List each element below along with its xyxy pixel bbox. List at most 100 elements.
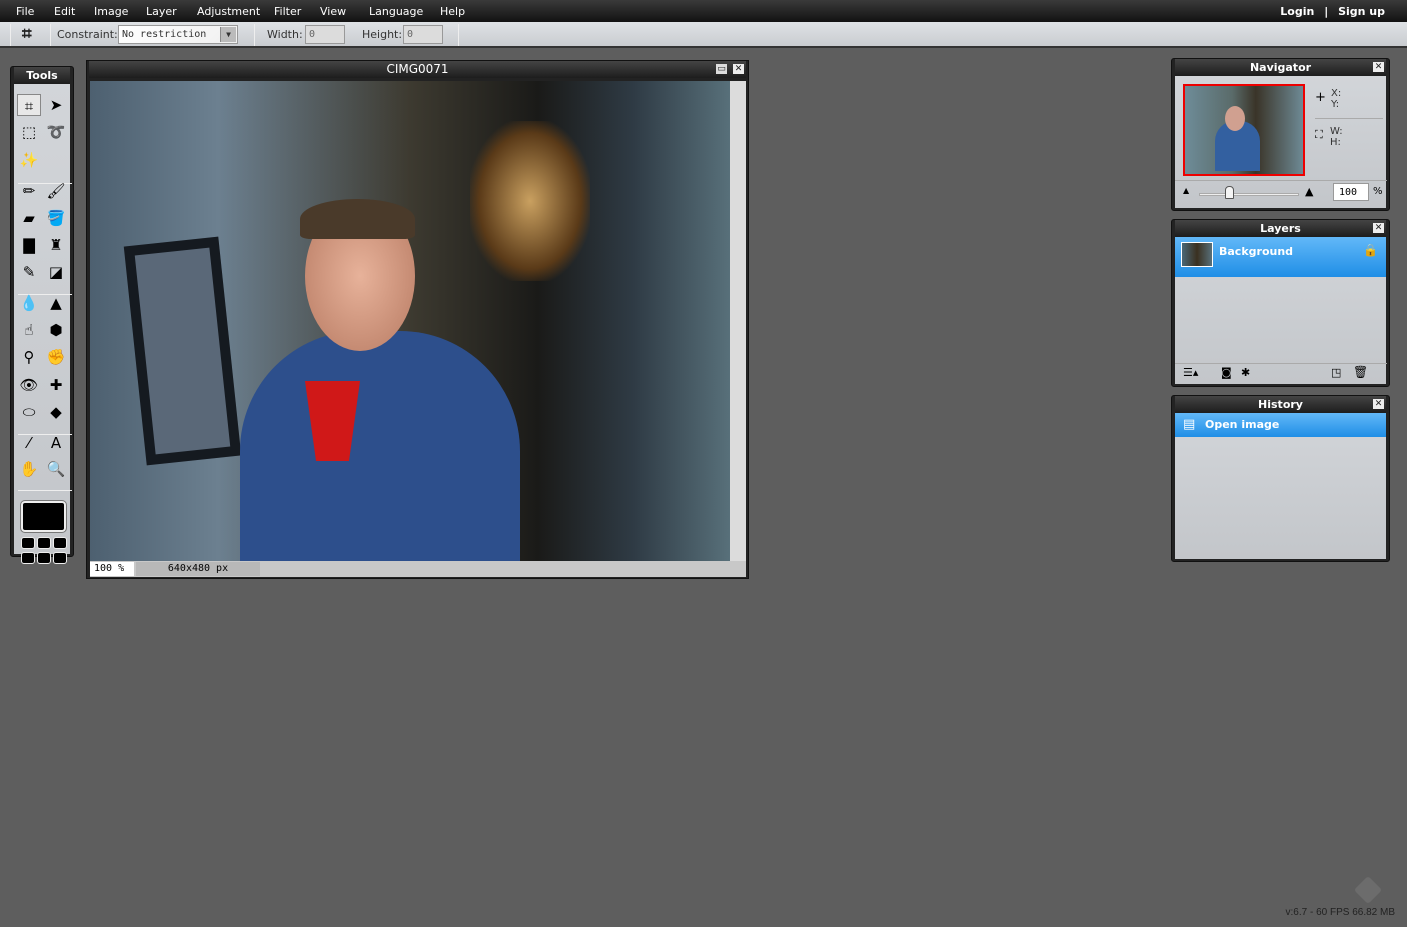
cursor-coordinates: X: Y: — [1331, 88, 1341, 110]
menu-layer[interactable]: Layer — [146, 5, 177, 18]
zoom-field[interactable]: 100 % — [90, 562, 134, 576]
crosshair-icon: + — [1315, 90, 1326, 105]
image-canvas[interactable] — [90, 81, 730, 561]
layers-titlebar[interactable]: Layers ✕ — [1175, 220, 1386, 237]
zoom-slider-handle[interactable] — [1225, 186, 1234, 199]
history-panel: History ✕ ▤ Open image — [1171, 395, 1390, 562]
layer-mask-icon[interactable]: ◙ — [1221, 366, 1232, 379]
pixlr-logo-icon — [1353, 875, 1383, 905]
menu-filter[interactable]: Filter — [274, 5, 301, 18]
layer-thumbnail — [1181, 242, 1213, 267]
maximize-icon[interactable]: ▭ — [716, 64, 727, 74]
menu-edit[interactable]: Edit — [54, 5, 75, 18]
spot-heal-icon[interactable]: ✚ — [44, 374, 68, 396]
new-layer-icon[interactable]: ◳ — [1331, 366, 1341, 379]
menu-file[interactable]: File — [16, 5, 34, 18]
bloat-icon[interactable]: ⬭ — [17, 401, 41, 423]
marquee-icon[interactable]: ⬚ — [17, 121, 41, 143]
x-label: X: — [1331, 88, 1342, 99]
pinch-icon[interactable]: ◆ — [44, 401, 68, 423]
color-swatch[interactable] — [37, 552, 51, 564]
width-label: Width: — [267, 28, 303, 41]
smudge-icon[interactable]: ☝ — [17, 319, 41, 341]
color-replace-icon[interactable]: ✎ — [17, 261, 41, 283]
crop-icon[interactable]: ⌗ — [17, 94, 41, 116]
brush-icon[interactable]: 🖌 — [44, 180, 68, 202]
drawing-shapes-icon[interactable]: ◪ — [44, 261, 68, 283]
primary-color-swatch[interactable] — [20, 500, 67, 533]
image-window-titlebar[interactable]: CIMG0071 ▭ ✕ — [89, 61, 746, 78]
close-icon[interactable]: ✕ — [1373, 399, 1384, 409]
menu-image[interactable]: Image — [94, 5, 128, 18]
history-item[interactable]: ▤ Open image — [1175, 413, 1386, 437]
height-label: Height: — [362, 28, 403, 41]
layers-panel: Layers ✕ Background 🔒 ☰▴ ◙ ✱ ◳ 🗑 — [1171, 219, 1390, 387]
layer-item[interactable]: Background 🔒 — [1175, 237, 1386, 277]
zoom-value: 100 — [94, 563, 113, 574]
type-icon[interactable]: A — [44, 432, 68, 454]
history-title: History — [1258, 398, 1303, 411]
width-input[interactable]: 0 — [305, 25, 345, 44]
dodge-icon[interactable]: ⚲ — [17, 346, 41, 368]
chevron-down-icon[interactable]: ▼ — [220, 27, 236, 42]
hand-icon[interactable]: ✋ — [17, 458, 41, 480]
menu-adjustment[interactable]: Adjustment — [197, 5, 260, 18]
height-input[interactable]: 0 — [403, 25, 443, 44]
sharpen-icon[interactable]: ▲ — [44, 292, 68, 314]
gradient-icon[interactable]: ▇ — [17, 234, 41, 256]
menu-language[interactable]: Language — [369, 5, 423, 18]
zoom-icon[interactable]: 🔍 — [44, 458, 68, 480]
signup-link[interactable]: Sign up — [1338, 5, 1385, 18]
vertical-scrollbar[interactable] — [730, 81, 746, 561]
divider — [254, 24, 255, 46]
close-icon[interactable]: ✕ — [1373, 62, 1384, 72]
close-icon[interactable]: ✕ — [733, 64, 744, 74]
color-swatch[interactable] — [53, 537, 67, 549]
navigator-zoom-input[interactable]: 100 — [1333, 183, 1369, 201]
history-titlebar[interactable]: History ✕ — [1175, 396, 1386, 413]
color-swatch[interactable] — [53, 552, 67, 564]
lock-icon[interactable]: 🔒 — [1363, 243, 1378, 257]
h-label: H: — [1330, 137, 1341, 148]
color-picker-icon[interactable]: ⁄ — [17, 432, 41, 454]
account-separator: | — [1324, 5, 1329, 18]
color-swatch[interactable] — [21, 537, 35, 549]
menu-view[interactable]: View — [320, 5, 346, 18]
close-icon[interactable]: ✕ — [1373, 223, 1384, 233]
color-swatch[interactable] — [21, 552, 35, 564]
red-eye-icon[interactable]: 👁 — [17, 374, 41, 396]
options-toolbar: ⌗ Constraint: No restriction ▼ Width: 0 … — [0, 22, 1407, 48]
zoom-slider[interactable] — [1199, 193, 1299, 196]
layer-settings-icon[interactable]: ☰▴ — [1183, 366, 1198, 379]
paint-bucket-icon[interactable]: 🪣 — [44, 207, 68, 229]
lasso-icon[interactable]: ➰ — [44, 121, 68, 143]
image-title: CIMG0071 — [386, 62, 449, 76]
status-bar: 100 % 640x480 px — [90, 561, 746, 577]
login-link[interactable]: Login — [1280, 5, 1314, 18]
navigator-titlebar[interactable]: Navigator ✕ — [1175, 59, 1386, 76]
constraint-select[interactable]: No restriction ▼ — [118, 25, 238, 44]
trash-icon[interactable]: 🗑 — [1353, 365, 1368, 379]
pencil-icon[interactable]: ✏ — [17, 180, 41, 202]
constraint-value: No restriction — [122, 29, 207, 40]
constraint-label: Constraint: — [57, 28, 118, 41]
layer-styles-icon[interactable]: ✱ — [1241, 366, 1250, 379]
zoom-in-icon[interactable]: ▲ — [1305, 185, 1313, 198]
color-swatch[interactable] — [37, 537, 51, 549]
account-links: Login | Sign up — [1280, 5, 1385, 18]
burn-icon[interactable]: ✊ — [44, 346, 68, 368]
magic-wand-icon[interactable]: ✨ — [17, 149, 41, 171]
navigator-panel: Navigator ✕ + X: Y: ⛶ W: H: ▲ ▲ 100 % — [1171, 58, 1390, 211]
y-label: Y: — [1331, 99, 1340, 110]
menu-help[interactable]: Help — [440, 5, 465, 18]
document-icon: ▤ — [1183, 417, 1196, 432]
clone-stamp-icon[interactable]: ♜ — [44, 234, 68, 256]
blur-icon[interactable]: 💧 — [17, 292, 41, 314]
zoom-out-icon[interactable]: ▲ — [1183, 186, 1189, 195]
eraser-icon[interactable]: ▰ — [17, 207, 41, 229]
navigator-preview[interactable] — [1183, 84, 1305, 176]
move-icon[interactable]: ➤ — [44, 94, 68, 116]
sponge-icon[interactable]: ⬢ — [44, 319, 68, 341]
divider — [458, 24, 459, 46]
menu-bar: File Edit Image Layer Adjustment Filter … — [0, 0, 1407, 22]
